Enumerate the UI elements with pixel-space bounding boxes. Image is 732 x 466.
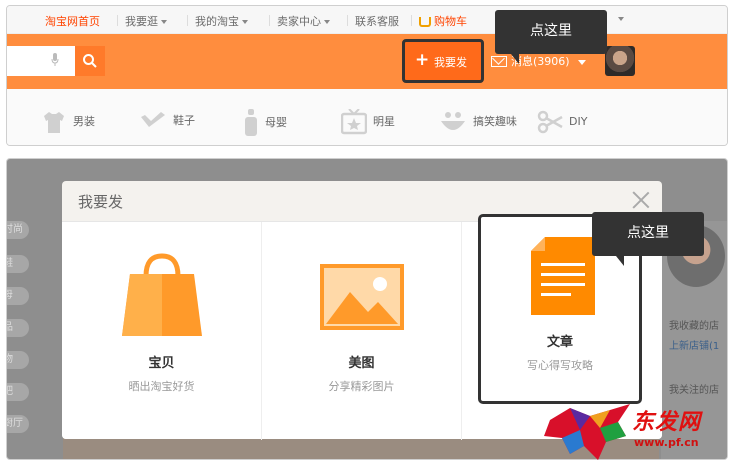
nav-divider <box>187 15 188 26</box>
chevron-down-icon <box>242 20 248 24</box>
tooltip-click-here: 点这里 <box>495 10 607 64</box>
microphone-icon[interactable] <box>51 53 59 67</box>
nav-browse-link[interactable]: 我要逛 <box>125 13 167 29</box>
option-desc: 写心得写攻略 <box>527 359 593 372</box>
scissors-icon <box>537 110 563 134</box>
search-icon <box>83 54 97 68</box>
option-title: 宝贝 <box>148 356 175 371</box>
user-avatar[interactable] <box>605 46 635 76</box>
category-item-menswear[interactable]: 男装 <box>41 109 95 135</box>
background-text: 我关注的店 <box>669 385 719 396</box>
smile-icon <box>441 112 465 130</box>
category-label: 明星 <box>373 115 395 128</box>
shirt-icon <box>44 112 64 133</box>
category-item-diy[interactable]: DIY <box>537 109 587 135</box>
modal-title: 我要发 <box>78 193 124 211</box>
post-button[interactable]: + 我要发 <box>402 39 484 83</box>
category-label: DIY <box>569 115 588 128</box>
category-bar: 男装 鞋子 母婴 明星 搞笑趣味 DIY <box>7 89 727 145</box>
watermark-text: 东发网 <box>632 409 702 435</box>
chevron-down-icon[interactable] <box>578 60 586 65</box>
post-type-modal: 我要发 宝贝 晒出淘宝好货 美图 分享精彩图片 文章 写心得写攻略 <box>62 181 662 440</box>
bottle-icon <box>245 109 257 136</box>
cart-icon <box>419 17 431 27</box>
chevron-down-icon <box>161 20 167 24</box>
mail-icon[interactable] <box>491 56 507 67</box>
category-item-celebrity[interactable]: 明星 <box>341 109 395 135</box>
post-button-label: 我要发 <box>434 56 467 69</box>
tooltip-tail <box>511 54 519 64</box>
tooltip-click-here: 点这里 <box>592 212 704 266</box>
category-label: 鞋子 <box>173 114 195 127</box>
nav-my-taobao-label: 我的淘宝 <box>195 15 239 28</box>
category-item-shoes[interactable]: 鞋子 <box>139 109 195 133</box>
nav-divider <box>269 15 270 26</box>
shoe-icon <box>141 112 165 127</box>
background-tag: 厨厅 <box>7 415 29 433</box>
background-tag: 鞋 <box>7 255 29 273</box>
chevron-down-icon <box>324 20 330 24</box>
chevron-down-icon[interactable] <box>618 17 624 21</box>
category-label: 搞笑趣味 <box>473 115 517 128</box>
category-item-baby[interactable]: 母婴 <box>243 109 287 137</box>
category-label: 母婴 <box>265 116 287 129</box>
nav-home-link[interactable]: 淘宝网首页 <box>45 13 100 29</box>
header-main-bar: + 我要发 消息(3906) <box>7 34 727 89</box>
nav-support-link[interactable]: 联系客服 <box>355 13 399 29</box>
nav-divider <box>117 15 118 26</box>
tooltip-tail <box>616 256 624 266</box>
option-title: 文章 <box>546 335 573 350</box>
background-tag: 时尚 <box>7 221 29 239</box>
background-text: 上新店铺(1 <box>669 341 720 352</box>
option-image[interactable]: 美图 分享精彩图片 <box>262 222 462 440</box>
tooltip-text: 点这里 <box>627 225 669 241</box>
document-icon <box>531 237 595 315</box>
bull-logo-icon <box>544 404 630 460</box>
category-label: 男装 <box>73 115 95 128</box>
option-desc: 晒出淘宝好货 <box>128 380 195 393</box>
taobao-header-panel: 淘宝网首页 我要逛 我的淘宝 卖家中心 联系客服 购物车 + 我要发 消息(39… <box>6 5 728 146</box>
tv-icon <box>341 109 367 135</box>
image-icon <box>320 264 404 330</box>
search-input[interactable] <box>7 46 75 76</box>
option-item-post[interactable]: 宝贝 晒出淘宝好货 <box>62 222 262 440</box>
background-tag: 吧 <box>7 383 29 401</box>
nav-seller-center-link[interactable]: 卖家中心 <box>277 13 330 29</box>
category-item-funny[interactable]: 搞笑趣味 <box>439 109 517 135</box>
option-desc: 分享精彩图片 <box>328 380 395 393</box>
nav-cart-label: 购物车 <box>434 15 467 28</box>
tooltip-text: 点这里 <box>530 23 572 39</box>
background-tag: 母 <box>7 287 29 305</box>
shopping-bag-icon <box>122 253 202 336</box>
nav-browse-label: 我要逛 <box>125 15 158 28</box>
plus-icon: + <box>415 50 430 70</box>
messages-link[interactable]: 消息(3906) <box>511 53 570 69</box>
nav-cart-link[interactable]: 购物车 <box>419 13 467 29</box>
close-icon[interactable] <box>630 189 652 211</box>
nav-my-taobao-link[interactable]: 我的淘宝 <box>195 13 248 29</box>
background-tag: 物 <box>7 351 29 369</box>
background-tag: 品 <box>7 319 29 337</box>
nav-divider <box>411 15 412 26</box>
nav-divider <box>347 15 348 26</box>
nav-seller-center-label: 卖家中心 <box>277 15 321 28</box>
site-nav-bar: 淘宝网首页 我要逛 我的淘宝 卖家中心 联系客服 购物车 <box>7 6 727 34</box>
background-text: 我收藏的店 <box>669 321 719 332</box>
search-button[interactable] <box>75 46 105 76</box>
site-watermark: 东发网 www.pf.cn <box>540 402 728 462</box>
option-title: 美图 <box>348 356 375 371</box>
watermark-url: www.pf.cn <box>634 436 699 449</box>
